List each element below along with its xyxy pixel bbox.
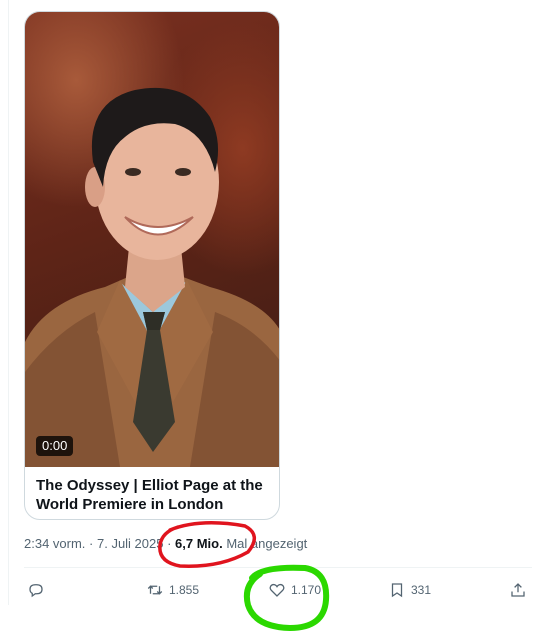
share-button[interactable] [509, 580, 527, 600]
tweet-detail: 0:00 The Odyssey | Elliot Page at the Wo… [0, 0, 535, 631]
like-count: 1.170 [291, 583, 322, 597]
share-icon [511, 583, 525, 597]
bookmark-button[interactable]: 331 [388, 580, 431, 600]
repost-button[interactable]: 1.855 [146, 580, 199, 600]
thread-line [8, 0, 9, 605]
like-button[interactable]: 1.170 [268, 580, 321, 600]
video-thumbnail-image [25, 87, 279, 467]
divider [24, 567, 532, 568]
meta-separator: · [163, 536, 176, 551]
view-count: 6,7 Mio. [175, 536, 223, 551]
video-player[interactable]: 0:00 [25, 12, 279, 467]
tweet-time[interactable]: 2:34 vorm. [24, 536, 85, 551]
tweet-date[interactable]: 7. Juli 2025 [97, 536, 164, 551]
bookmark-icon [391, 583, 403, 598]
repost-icon [147, 585, 163, 595]
video-duration-badge: 0:00 [36, 436, 74, 456]
reply-button[interactable] [27, 580, 50, 600]
video-card[interactable]: 0:00 The Odyssey | Elliot Page at the Wo… [24, 11, 280, 520]
view-count-label: Mal angezeigt [222, 536, 308, 551]
repost-count: 1.855 [169, 583, 200, 597]
video-card-title[interactable]: The Odyssey | Elliot Page at the World P… [36, 476, 272, 514]
bookmark-count: 331 [411, 583, 432, 597]
meta-separator: · [85, 536, 97, 551]
reply-icon [29, 584, 43, 598]
heart-icon [269, 583, 285, 597]
tweet-meta: 2:34 vorm. · 7. Juli 2025 · 6,7 Mio. Mal… [24, 535, 307, 553]
